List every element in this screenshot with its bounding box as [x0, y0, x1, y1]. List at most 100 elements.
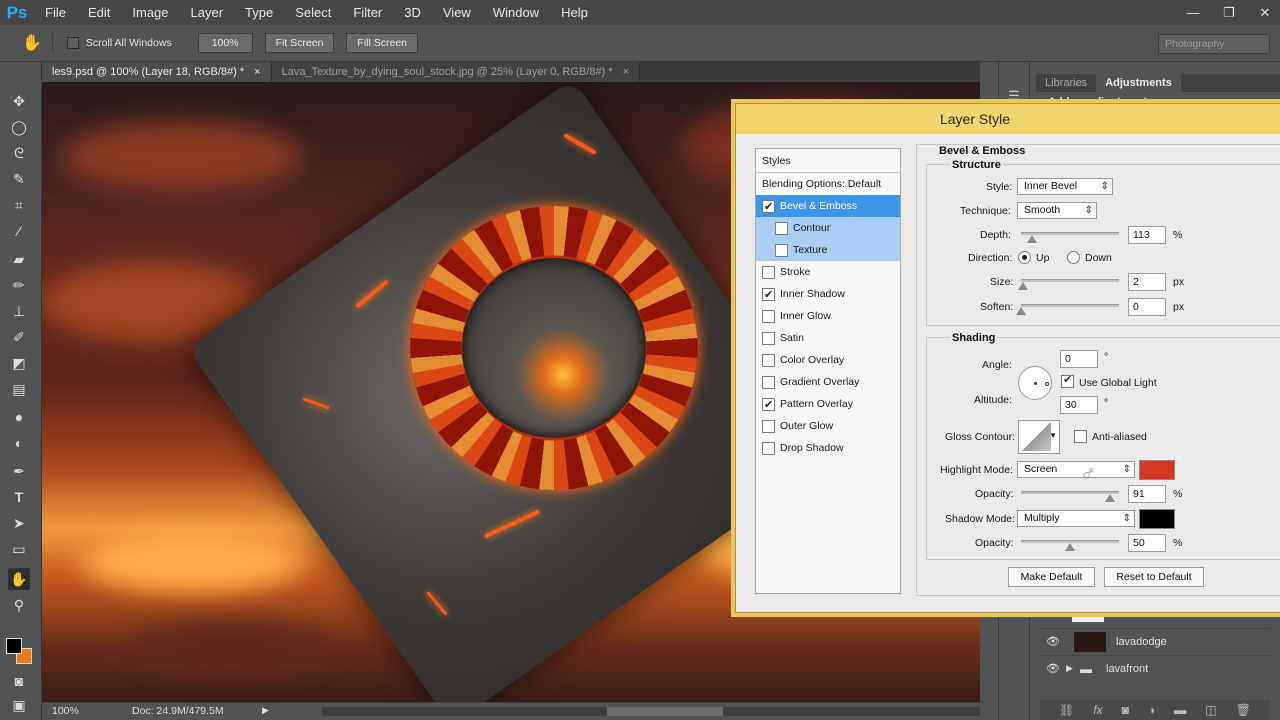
style-outer-glow[interactable]: Outer Glow [756, 415, 900, 437]
menu-view[interactable]: View [432, 0, 482, 25]
group-expand-icon[interactable]: ▶ [1066, 663, 1080, 674]
menu-file[interactable]: File [34, 0, 77, 25]
new-group-icon[interactable]: ▬ [1174, 703, 1186, 717]
dodge-tool-icon[interactable]: ◐ [8, 432, 30, 454]
anti-aliased-checkbox[interactable] [1074, 430, 1087, 443]
menu-window[interactable]: Window [482, 0, 550, 25]
style-inner-shadow[interactable]: Inner Shadow [756, 283, 900, 306]
gradient-overlay-checkbox[interactable] [762, 376, 775, 389]
scroll-all-windows-checkbox[interactable] [66, 37, 79, 49]
highlight-color-swatch[interactable] [1139, 460, 1175, 480]
fit-screen-button[interactable]: Fit Screen [264, 33, 335, 53]
tab-lava-texture[interactable]: Lava_Texture_by_dying_soul_stock.jpg @ 2… [271, 62, 640, 82]
style-color-overlay[interactable]: Color Overlay [756, 349, 900, 371]
soften-slider[interactable] [1016, 304, 1119, 315]
shadow-color-swatch[interactable] [1139, 509, 1175, 529]
brush-tool-icon[interactable]: ✏ [8, 274, 30, 296]
healing-brush-icon[interactable]: ▰ [8, 248, 30, 270]
eraser-icon[interactable]: ◩ [8, 352, 30, 374]
zoom-level[interactable]: 100% [52, 705, 79, 717]
gradient-tool-icon[interactable]: ▤ [8, 378, 30, 400]
scroll-thumb[interactable] [607, 707, 723, 716]
tab-close-icon[interactable]: × [254, 66, 260, 78]
new-layer-icon[interactable]: ◫ [1205, 703, 1216, 717]
depth-slider-knob[interactable] [1027, 235, 1038, 243]
satin-checkbox[interactable] [762, 332, 775, 345]
drop-shadow-checkbox[interactable] [762, 442, 775, 455]
zoom-tool-icon[interactable]: ⚲ [8, 594, 30, 616]
history-brush-icon[interactable]: ✐ [8, 326, 30, 348]
horizontal-scrollbar[interactable] [322, 707, 1012, 716]
shape-tool-icon[interactable]: ▭ [8, 538, 30, 560]
visibility-eye-icon[interactable]: 👁 [1040, 635, 1066, 648]
style-satin[interactable]: Satin [756, 327, 900, 349]
lasso-tool-icon[interactable]: ᘓ [8, 142, 30, 164]
shadow-opacity-input[interactable]: 50 [1128, 534, 1166, 552]
direction-down-radio[interactable] [1067, 251, 1080, 264]
shadow-opacity-knob[interactable] [1065, 543, 1075, 551]
bevel-emboss-checkbox[interactable] [762, 196, 775, 218]
screen-mode-icon[interactable]: ▣ [8, 694, 30, 716]
altitude-input[interactable]: 30 [1060, 396, 1098, 414]
workspace-select[interactable]: Photography [1158, 34, 1270, 54]
menu-edit[interactable]: Edit [77, 0, 121, 25]
chevron-down-icon[interactable]: ▼ [1049, 431, 1057, 440]
quick-select-icon[interactable]: ✎ [8, 168, 30, 190]
stroke-checkbox[interactable] [762, 266, 775, 279]
add-mask-icon[interactable]: ◙ [1122, 703, 1129, 717]
move-tool-icon[interactable]: ✥ [8, 90, 30, 112]
fx-icon[interactable]: fx [1093, 703, 1102, 717]
soften-slider-knob[interactable] [1016, 307, 1026, 315]
color-overlay-checkbox[interactable] [762, 354, 775, 367]
tab-close-icon[interactable]: × [623, 66, 629, 78]
style-gradient-overlay[interactable]: Gradient Overlay [756, 371, 900, 393]
path-select-icon[interactable]: ➤ [8, 512, 30, 534]
angle-input[interactable]: 0 [1060, 350, 1098, 368]
status-arrow-icon[interactable]: ▶ [262, 705, 269, 716]
type-tool-icon[interactable]: T [8, 486, 30, 508]
fill-screen-button[interactable]: Fill Screen [346, 33, 419, 53]
delete-layer-icon[interactable]: 🗑 [1236, 703, 1251, 717]
highlight-opacity-input[interactable]: 91 [1128, 485, 1166, 503]
technique-select[interactable]: Smooth [1017, 202, 1097, 219]
zoom-100-button[interactable]: 100% [197, 33, 253, 53]
soften-input[interactable]: 0 [1128, 298, 1166, 316]
menu-3d[interactable]: 3D [393, 0, 432, 25]
adjustment-layer-icon[interactable]: ◑ [1148, 703, 1155, 717]
size-slider[interactable] [1018, 279, 1119, 290]
history-icon[interactable]: ☰ [1008, 88, 1020, 104]
depth-input[interactable]: 113 [1128, 226, 1166, 244]
visibility-eye-icon[interactable]: 👁 [1040, 662, 1066, 675]
crop-tool-icon[interactable]: ⌗ [8, 194, 30, 216]
style-pattern-overlay[interactable]: Pattern Overlay [756, 393, 900, 416]
eyedropper-icon[interactable]: ⁄ [8, 220, 30, 242]
tab-les9[interactable]: les9.psd @ 100% (Layer 18, RGB/8#) * × [42, 62, 272, 82]
quick-mask-icon[interactable]: ◙ [8, 670, 30, 692]
inner-glow-checkbox[interactable] [762, 310, 775, 323]
depth-slider[interactable] [1021, 232, 1119, 243]
foreground-color-swatch[interactable] [6, 638, 22, 654]
pattern-overlay-checkbox[interactable] [762, 394, 775, 416]
style-inner-glow[interactable]: Inner Glow [756, 305, 900, 327]
style-drop-shadow[interactable]: Drop Shadow [756, 437, 900, 459]
layer-row[interactable]: 👁 lavadodge [1040, 628, 1270, 654]
style-contour[interactable]: Contour [756, 217, 900, 239]
highlight-opacity-slider[interactable] [1021, 491, 1119, 502]
close-icon[interactable]: ✕ [1256, 5, 1274, 21]
minimize-icon[interactable]: — [1184, 5, 1202, 20]
use-global-light-checkbox[interactable]: ✔ [1061, 374, 1074, 388]
reset-to-default-button[interactable]: Reset to Default [1104, 567, 1204, 587]
tab-adjustments[interactable]: Adjustments [1096, 74, 1181, 92]
restore-icon[interactable]: ❐ [1220, 5, 1238, 21]
size-input[interactable]: 2 [1128, 273, 1166, 291]
gloss-contour-picker[interactable]: ▼ [1018, 420, 1060, 454]
clone-stamp-icon[interactable]: ⊥ [8, 300, 30, 322]
link-layers-icon[interactable]: ⛓ [1059, 703, 1074, 717]
styles-header[interactable]: Styles [756, 149, 900, 173]
menu-layer[interactable]: Layer [180, 0, 235, 25]
menu-help[interactable]: Help [550, 0, 599, 25]
menu-select[interactable]: Select [284, 0, 342, 25]
texture-checkbox[interactable] [775, 244, 788, 257]
shadow-mode-select[interactable]: Multiply [1017, 510, 1135, 527]
menu-image[interactable]: Image [121, 0, 179, 25]
